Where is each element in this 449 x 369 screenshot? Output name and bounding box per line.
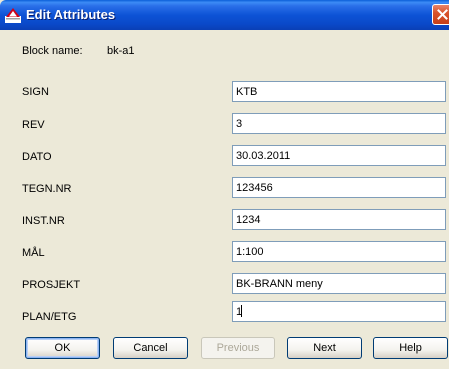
close-button[interactable]: [432, 4, 449, 25]
field-input-rev[interactable]: [232, 113, 446, 134]
help-button[interactable]: Help: [373, 337, 448, 359]
close-icon: [437, 9, 448, 20]
field-input-prosjekt[interactable]: [232, 273, 446, 294]
field-label-rev: REV: [22, 119, 45, 131]
ok-button[interactable]: OK: [25, 337, 100, 359]
field-input-inst-nr[interactable]: [232, 209, 446, 230]
field-label-plan-etg: PLAN/ETG: [22, 311, 77, 323]
text-cursor: [241, 305, 242, 317]
field-label-dato: DATO: [22, 151, 52, 163]
field-input-plan-etg[interactable]: [232, 301, 446, 322]
field-input-dato[interactable]: [232, 145, 446, 166]
field-label-sign: SIGN: [22, 86, 49, 98]
field-input-sign[interactable]: [232, 81, 446, 102]
next-button[interactable]: Next: [287, 337, 362, 359]
block-name-value: bk-a1: [107, 45, 135, 57]
autocad-icon: [5, 7, 21, 23]
previous-button[interactable]: Previous: [201, 337, 275, 359]
title-bar[interactable]: Edit Attributes: [0, 0, 449, 30]
block-name-label: Block name:: [22, 45, 83, 57]
field-label-tegn-nr: TEGN.NR: [22, 183, 72, 195]
cancel-button[interactable]: Cancel: [113, 337, 188, 359]
window-title: Edit Attributes: [26, 7, 116, 22]
field-input-maal[interactable]: [232, 241, 446, 262]
edit-attributes-dialog: Edit Attributes Block name: bk-a1 SIGN R…: [0, 0, 449, 369]
field-label-prosjekt: PROSJEKT: [22, 279, 81, 291]
field-input-tegn-nr[interactable]: [232, 177, 446, 198]
field-label-inst-nr: INST.NR: [22, 215, 65, 227]
field-label-maal: MÅL: [22, 247, 45, 259]
